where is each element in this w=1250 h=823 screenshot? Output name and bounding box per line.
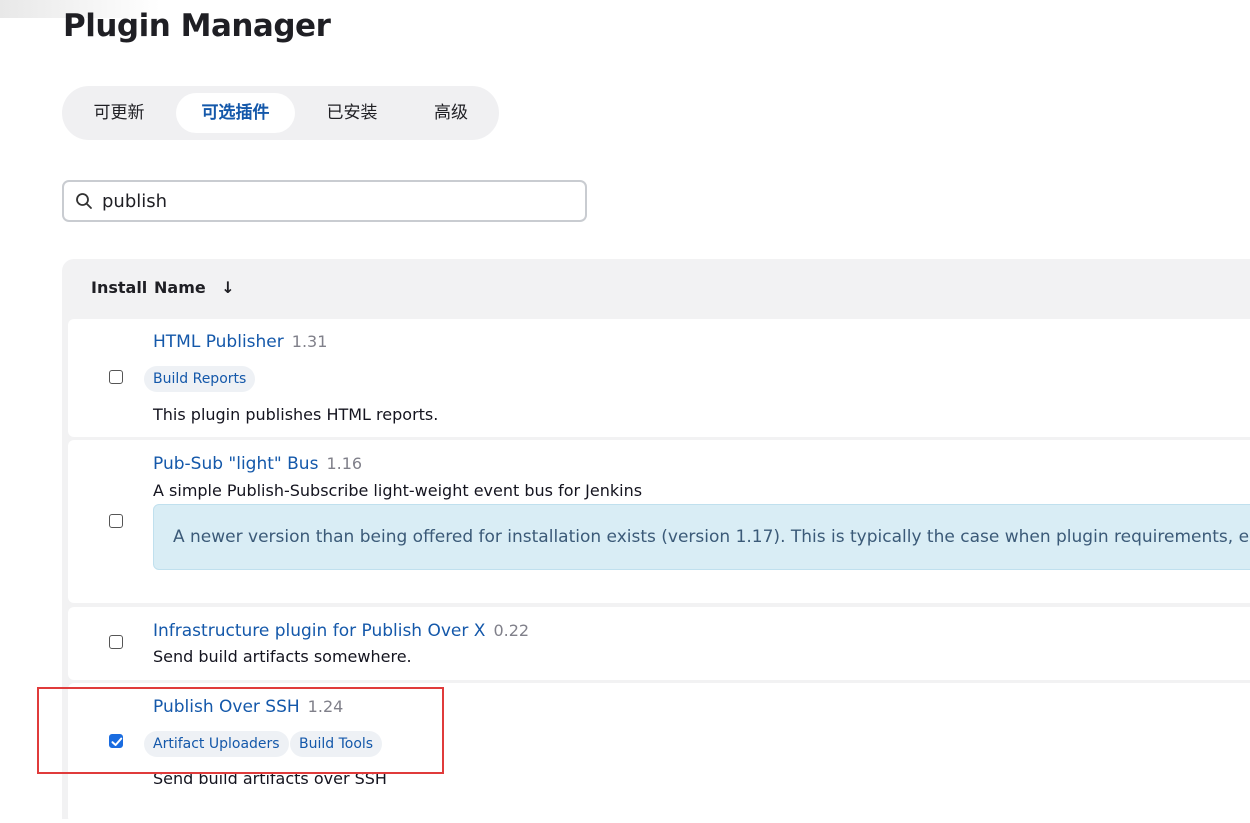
search-box[interactable] [62, 180, 587, 222]
tab-installed[interactable]: 已安装 [307, 93, 397, 133]
plugin-description: This plugin publishes HTML reports. [153, 405, 439, 424]
plugin-description: Send build artifacts over SSH [153, 769, 387, 788]
tab-updates[interactable]: 可更新 [74, 93, 164, 133]
plugin-name-link[interactable]: Infrastructure plugin for Publish Over X… [153, 621, 529, 641]
install-checkbox[interactable] [109, 734, 123, 748]
newer-version-notice: A newer version than being offered for i… [153, 504, 1250, 570]
tab-bar: 可更新 可选插件 已安装 高级 [62, 86, 499, 140]
column-header-name-label: Name [154, 278, 206, 297]
plugin-name: Infrastructure plugin for Publish Over X [153, 621, 486, 641]
plugin-description: Send build artifacts somewhere. [153, 647, 412, 666]
column-header-name[interactable]: Name ↓ [154, 278, 235, 297]
sort-arrow-icon: ↓ [221, 278, 235, 297]
plugin-name-link[interactable]: HTML Publisher 1.31 [153, 332, 327, 352]
category-tag[interactable]: Build Tools [290, 731, 383, 757]
plugin-version: 1.24 [307, 697, 344, 716]
tab-available[interactable]: 可选插件 [176, 93, 295, 133]
plugin-name-link[interactable]: Publish Over SSH 1.24 [153, 697, 343, 717]
category-tag[interactable]: Build Reports [144, 366, 256, 392]
plugin-version: 0.22 [493, 621, 530, 640]
table-row: Pub-Sub "light" Bus 1.16 A simple Publish… [68, 440, 1250, 603]
page-title: Plugin Manager [63, 8, 331, 44]
column-header-install: Install [91, 278, 148, 297]
plugin-name: Pub-Sub "light" Bus [153, 454, 319, 474]
checkmark-icon [111, 737, 123, 746]
category-tag[interactable]: Artifact Uploaders [144, 731, 289, 757]
search-icon [76, 193, 92, 209]
install-checkbox[interactable] [109, 635, 123, 649]
plugin-name: HTML Publisher [153, 332, 284, 352]
plugin-description: A simple Publish-Subscribe light-weight … [153, 481, 643, 500]
install-checkbox[interactable] [109, 514, 123, 528]
plugin-version: 1.16 [326, 454, 363, 473]
plugin-name: Publish Over SSH [153, 697, 300, 717]
table-row: HTML Publisher 1.31 Build Reports This pl… [68, 319, 1250, 437]
tab-advanced[interactable]: 高级 [408, 93, 494, 133]
install-checkbox[interactable] [109, 370, 123, 384]
table-row: Publish Over SSH 1.24 Artifact Uploaders … [68, 683, 1250, 823]
search-input[interactable] [102, 188, 572, 214]
plugin-name-link[interactable]: Pub-Sub "light" Bus 1.16 [153, 454, 362, 474]
plugins-table: Install Name ↓ HTML Publisher 1.31 Build … [62, 259, 1250, 823]
table-row: Infrastructure plugin for Publish Over X… [68, 607, 1250, 680]
plugin-version: 1.31 [291, 332, 328, 351]
